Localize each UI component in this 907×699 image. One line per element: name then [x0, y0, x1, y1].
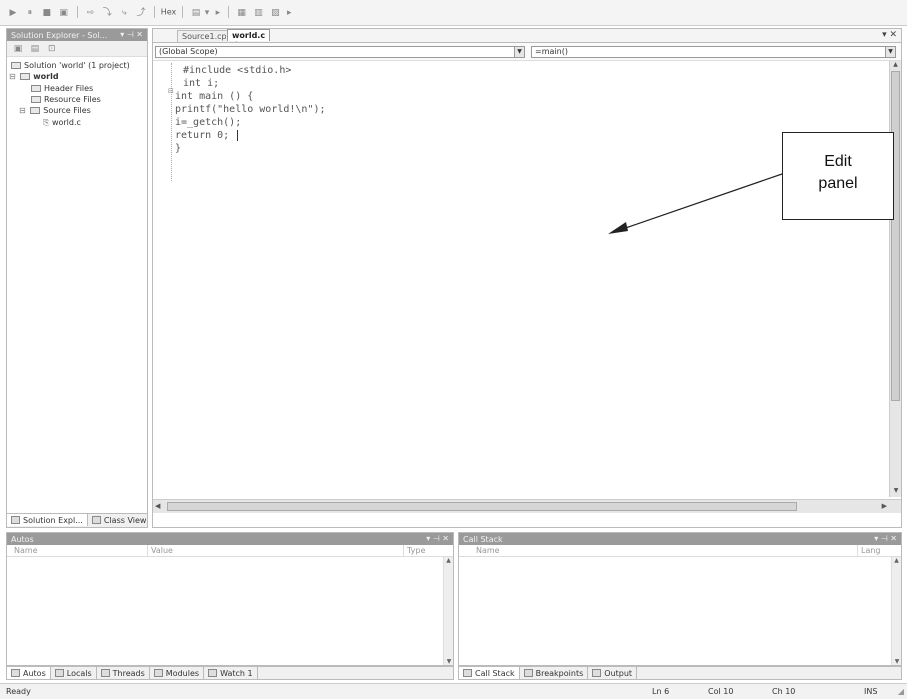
- scroll-down-icon[interactable]: ▼: [892, 658, 902, 665]
- status-ready: Ready: [6, 687, 31, 696]
- pane-controls[interactable]: ▾ ⊣ ✕: [874, 534, 897, 543]
- column-header-lang[interactable]: Lang: [857, 545, 884, 556]
- call-stack-pane: Call Stack ▾ ⊣ ✕ Name Lang ▲ ▼: [458, 532, 902, 666]
- tab-autos[interactable]: Autos: [7, 667, 51, 679]
- autos-header: Name Value Type: [7, 545, 453, 557]
- call-stack-scrollbar[interactable]: ▲ ▼: [891, 557, 901, 665]
- call-stack-title: Call Stack: [463, 535, 503, 544]
- column-header-name[interactable]: Name: [11, 545, 41, 556]
- autos-pane: Autos ▾ ⊣ ✕ Name Value Type ▲ ▼: [6, 532, 454, 666]
- scroll-up-icon[interactable]: ▲: [892, 557, 901, 564]
- tab-call-stack[interactable]: Call Stack: [459, 667, 520, 679]
- tab-locals[interactable]: Locals: [51, 667, 97, 679]
- call-stack-header: Name Lang: [459, 545, 901, 557]
- breakpoints-icon: [523, 669, 533, 677]
- status-column: Col 10: [708, 687, 734, 696]
- call-stack-title-bar: Call Stack ▾ ⊣ ✕: [459, 533, 901, 545]
- autos-scrollbar[interactable]: ▲ ▼: [443, 557, 453, 665]
- scroll-up-icon[interactable]: ▲: [444, 557, 453, 564]
- scroll-down-icon[interactable]: ▼: [444, 658, 454, 665]
- status-bar: Ready Ln 6 Col 10 Ch 10 INS ◢: [0, 683, 907, 699]
- column-header-name[interactable]: Name: [473, 545, 503, 556]
- call-stack-icon: [463, 669, 472, 677]
- call-stack-tab-strip: Call Stack Breakpoints Output: [458, 666, 902, 680]
- status-line: Ln 6: [652, 687, 670, 696]
- threads-icon: [100, 669, 110, 677]
- pane-controls[interactable]: ▾ ⊣ ✕: [426, 534, 449, 543]
- status-insert-mode: INS: [864, 687, 878, 696]
- watch-icon: [208, 669, 218, 677]
- column-header-value[interactable]: Value: [147, 545, 176, 556]
- autos-title-bar: Autos ▾ ⊣ ✕: [7, 533, 453, 545]
- tab-output[interactable]: Output: [588, 667, 638, 679]
- modules-icon: [153, 669, 163, 677]
- autos-tab-strip: Autos Locals Threads Modules Watch 1: [6, 666, 454, 680]
- tab-watch-1[interactable]: Watch 1: [204, 667, 258, 679]
- locals-icon: [54, 669, 64, 677]
- output-icon: [592, 669, 602, 677]
- status-character: Ch 10: [772, 687, 796, 696]
- tab-breakpoints[interactable]: Breakpoints: [520, 667, 589, 679]
- column-header-type[interactable]: Type: [403, 545, 428, 556]
- autos-icon: [11, 669, 20, 677]
- autos-title: Autos: [11, 535, 34, 544]
- tab-threads[interactable]: Threads: [97, 667, 150, 679]
- tab-modules[interactable]: Modules: [150, 667, 205, 679]
- resize-grip-icon[interactable]: ◢: [898, 687, 904, 696]
